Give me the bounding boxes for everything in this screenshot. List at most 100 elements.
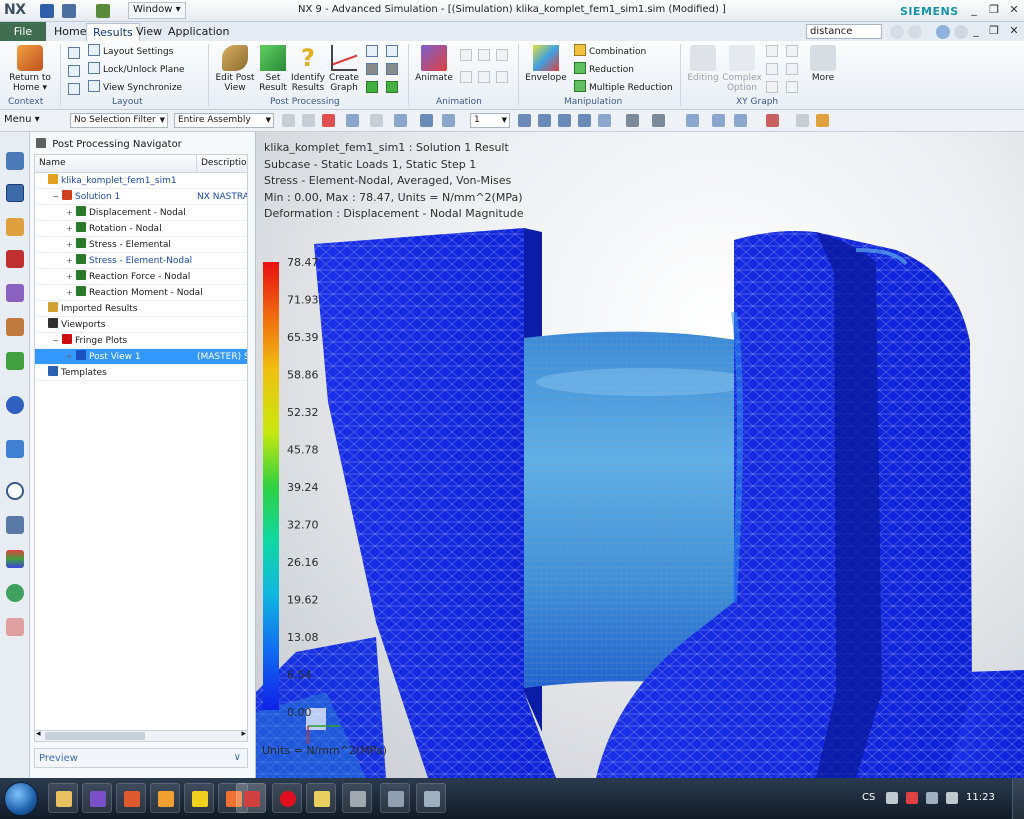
sub-restore-button[interactable]: ❐ xyxy=(986,23,1002,39)
xy-tool-icon[interactable] xyxy=(766,45,778,57)
volume-icon[interactable] xyxy=(946,792,958,804)
snap-icon[interactable] xyxy=(282,114,295,127)
multiple-reduction-button[interactable]: Multiple Reduction xyxy=(574,80,673,96)
help-dropdown-icon[interactable] xyxy=(954,25,968,39)
settings-icon[interactable] xyxy=(796,114,809,127)
create-graph-button[interactable]: Create Graph xyxy=(328,45,360,93)
search-icon[interactable] xyxy=(890,25,904,39)
clock-icon[interactable] xyxy=(6,482,24,500)
tree-expander-icon[interactable]: + xyxy=(66,285,74,301)
pause-icon[interactable] xyxy=(478,71,490,83)
menu-button[interactable]: Menu ▾ xyxy=(4,114,40,125)
post-processing-navigator-icon[interactable] xyxy=(6,184,24,202)
roles-icon[interactable] xyxy=(6,550,24,568)
palette-navigator-icon[interactable] xyxy=(6,440,24,458)
display-icon[interactable] xyxy=(686,114,699,127)
play-icon[interactable] xyxy=(460,49,472,61)
tree-expander-icon[interactable]: − xyxy=(52,189,60,205)
assembly-scope-dropdown[interactable]: Entire Assembly ▼ xyxy=(174,113,274,128)
tree-expander-icon[interactable]: + xyxy=(66,205,74,221)
restore-button[interactable]: ❐ xyxy=(986,2,1002,18)
identify-results-button[interactable]: ? Identify Results xyxy=(290,45,326,93)
select-all-icon[interactable] xyxy=(370,114,383,127)
layout-grid-icon[interactable] xyxy=(68,47,80,59)
snap-icon[interactable] xyxy=(302,114,315,127)
tab-application[interactable]: Application xyxy=(162,23,235,41)
envelope-button[interactable]: Envelope xyxy=(524,45,568,83)
xy-tool-icon[interactable] xyxy=(766,81,778,93)
taskbar-app[interactable] xyxy=(416,783,446,813)
tree-expander-icon[interactable]: + xyxy=(66,221,74,237)
taskbar-visual-studio[interactable] xyxy=(82,783,112,813)
system-scene-icon[interactable] xyxy=(6,584,24,602)
constraint-navigator-icon[interactable] xyxy=(6,250,24,268)
taskbar-app[interactable] xyxy=(380,783,410,813)
layout-grid-icon[interactable] xyxy=(68,65,80,77)
show-desktop-button[interactable] xyxy=(1012,778,1024,819)
taskbar-app[interactable] xyxy=(342,783,372,813)
lock-unlock-plane-button[interactable]: Lock/Unlock Plane xyxy=(88,62,185,78)
assembly-navigator-icon[interactable] xyxy=(6,284,24,302)
taskbar-opera[interactable] xyxy=(272,783,302,813)
view-synchronize-button[interactable]: View Synchronize xyxy=(88,80,182,96)
view-cube-icon[interactable] xyxy=(420,114,433,127)
sub-close-button[interactable]: ✕ xyxy=(1006,23,1022,39)
minimize-button[interactable]: _ xyxy=(966,2,982,18)
simulation-navigator-icon[interactable] xyxy=(6,152,24,170)
tree-expander-icon[interactable]: + xyxy=(66,237,74,253)
xy-tool-icon[interactable] xyxy=(766,63,778,75)
tree-expander-icon[interactable]: − xyxy=(52,333,60,349)
tree-row[interactable]: + Rotation - Nodal xyxy=(35,221,247,237)
taskbar-app[interactable] xyxy=(150,783,180,813)
cube-icon[interactable] xyxy=(366,63,378,75)
step-forward-icon[interactable] xyxy=(496,71,508,83)
filter-icon[interactable] xyxy=(346,114,359,127)
document-icon[interactable] xyxy=(6,516,24,534)
tree-row[interactable]: Templates xyxy=(35,365,247,381)
tree-row[interactable]: − Solution 1 NX NASTRAN xyxy=(35,189,247,205)
xy-tool-icon[interactable] xyxy=(786,81,798,93)
tree-row[interactable]: − Fringe Plots xyxy=(35,333,247,349)
tree-row[interactable]: Imported Results xyxy=(35,301,247,317)
taskbar-explorer[interactable] xyxy=(48,783,78,813)
system-clock[interactable]: 11:23 xyxy=(966,792,995,803)
column-header-name[interactable]: Name xyxy=(35,155,197,173)
tree-row[interactable]: Viewports xyxy=(35,317,247,333)
taskbar-nx[interactable] xyxy=(236,783,266,813)
clip-icon[interactable] xyxy=(734,114,747,127)
xy-tool-icon[interactable] xyxy=(786,63,798,75)
return-to-home-button[interactable]: Return to Home ▾ xyxy=(6,45,54,93)
tree-row[interactable]: + Displacement - Nodal xyxy=(35,205,247,221)
layout-grid-icon[interactable] xyxy=(68,83,80,95)
pan-icon[interactable] xyxy=(578,114,591,127)
editing-button[interactable]: Editing xyxy=(686,45,720,83)
combination-button[interactable]: Combination xyxy=(574,44,646,60)
edit-post-view-button[interactable]: Edit Post View xyxy=(214,45,256,93)
save-icon[interactable] xyxy=(40,4,54,18)
pin-icon[interactable] xyxy=(36,138,46,148)
tree-row[interactable]: + Reaction Force - Nodal xyxy=(35,269,247,285)
find-icon[interactable] xyxy=(908,25,922,39)
set-result-button[interactable]: Set Result xyxy=(258,45,288,93)
more-button[interactable]: More xyxy=(806,45,840,83)
arrow-left-icon[interactable] xyxy=(366,81,378,93)
tree-row[interactable]: + Stress - Element-Nodal xyxy=(35,253,247,269)
taskbar-app[interactable] xyxy=(116,783,146,813)
taskbar-app[interactable] xyxy=(306,783,336,813)
tree-expander-icon[interactable]: + xyxy=(66,253,74,269)
zoom-icon[interactable] xyxy=(538,114,551,127)
tree-expander-icon[interactable]: + xyxy=(66,269,74,285)
command-search-input[interactable]: distance xyxy=(806,24,882,39)
box-select-icon[interactable] xyxy=(394,114,407,127)
tray-arrow-icon[interactable] xyxy=(886,792,898,804)
scroll-left-icon[interactable]: ◂ xyxy=(36,729,41,739)
part-navigator-icon[interactable] xyxy=(6,218,24,236)
select-icon[interactable] xyxy=(322,114,335,127)
fit-icon[interactable] xyxy=(518,114,531,127)
taskbar-app[interactable] xyxy=(184,783,214,813)
help-icon[interactable] xyxy=(936,25,950,39)
palette-icon[interactable] xyxy=(816,114,829,127)
tree-row[interactable]: + Reaction Moment - Nodal xyxy=(35,285,247,301)
chevron-down-icon[interactable]: ∨ xyxy=(234,752,241,763)
tree-row[interactable]: + Post View 1 (MASTER) S xyxy=(35,349,247,365)
